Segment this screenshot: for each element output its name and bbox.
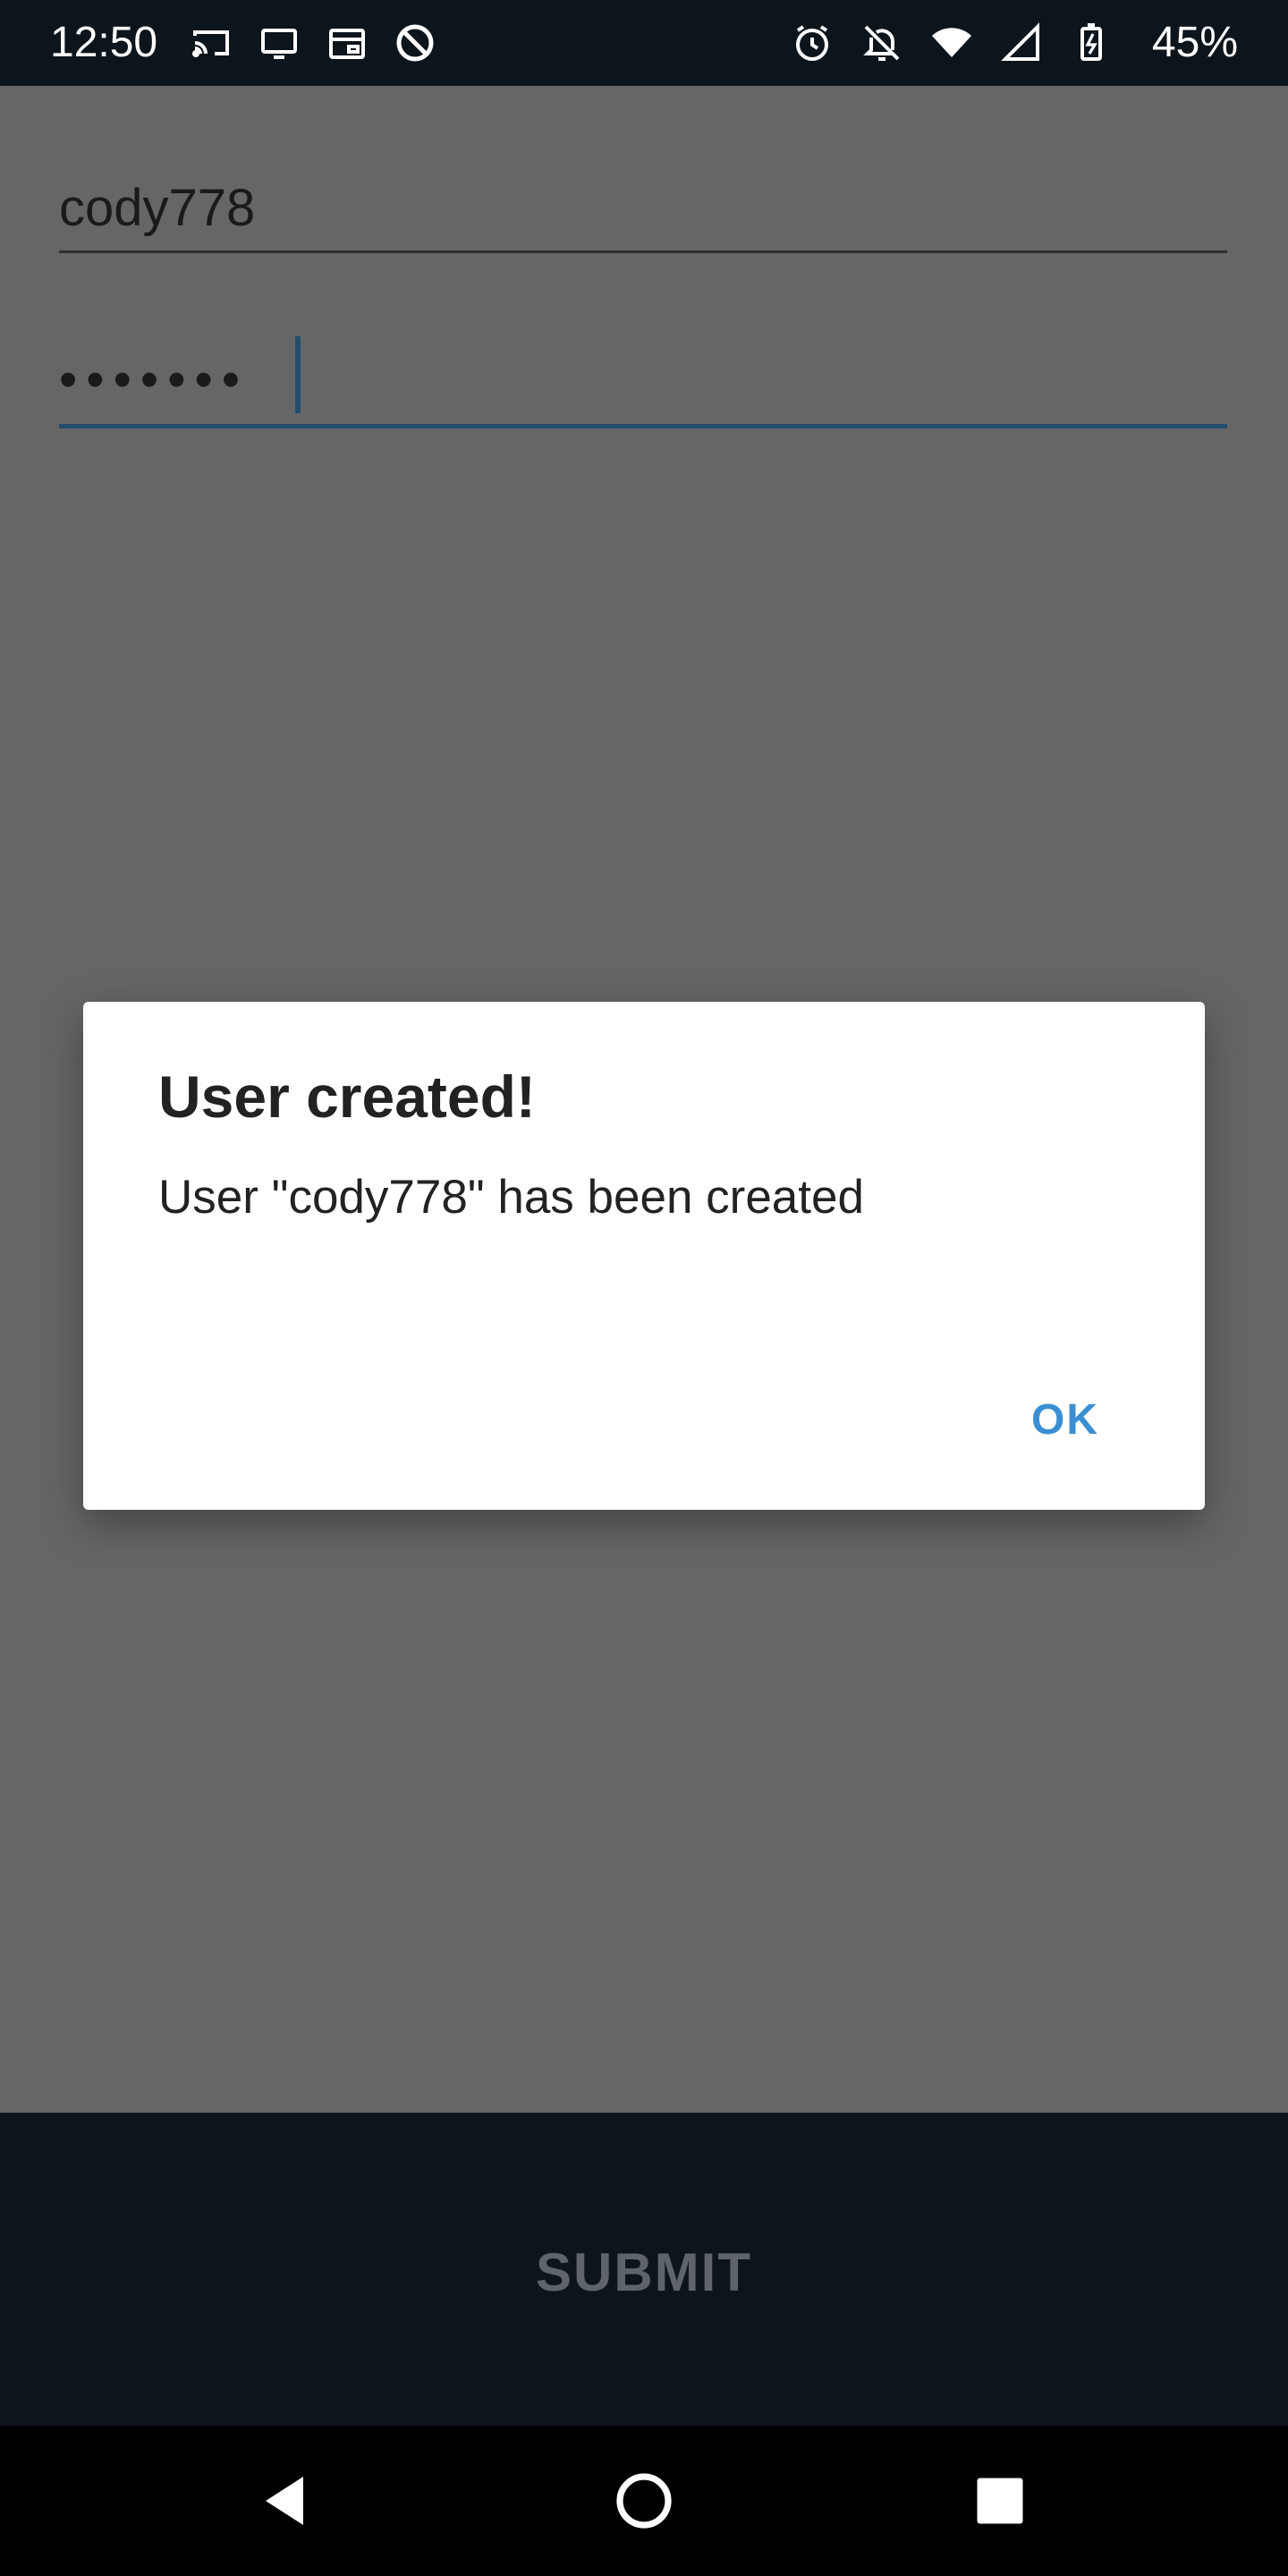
back-icon[interactable] xyxy=(252,2469,317,2533)
navigation-bar xyxy=(0,2426,1288,2576)
username-value: cody778 xyxy=(59,179,256,237)
battery-charging-icon xyxy=(1080,23,1102,61)
monitor-icon xyxy=(261,29,297,59)
password-field[interactable]: ••••••• xyxy=(59,327,1227,428)
username-field[interactable]: cody778 xyxy=(59,175,1227,253)
status-bar: 12:50 45% xyxy=(0,0,1288,86)
status-left-icons xyxy=(190,21,436,64)
battery-percentage: 45% xyxy=(1151,19,1238,66)
user-created-dialog: User created! User "cody778" has been cr… xyxy=(83,1002,1205,1510)
notifications-off-icon xyxy=(863,25,900,61)
password-value: ••••••• xyxy=(59,351,250,409)
dialog-title: User created! xyxy=(158,1063,536,1130)
no-entry-icon xyxy=(396,24,434,62)
text-cursor xyxy=(295,336,301,413)
cast-icon xyxy=(192,30,229,57)
dialog-message: User "cody778" has been created xyxy=(158,1171,864,1224)
recents-icon[interactable] xyxy=(968,2469,1032,2533)
home-icon[interactable] xyxy=(612,2469,676,2533)
calendar-icon xyxy=(329,29,365,59)
status-time: 12:50 xyxy=(50,19,158,66)
signal-icon xyxy=(1001,22,1039,61)
submit-button[interactable]: SUBMIT xyxy=(0,2113,1288,2426)
ok-button[interactable]: OK xyxy=(1024,1386,1106,1453)
wifi-icon xyxy=(932,28,971,57)
status-right-icons xyxy=(791,21,1113,64)
alarm-icon xyxy=(796,25,828,61)
submit-label: SUBMIT xyxy=(536,2242,752,2302)
